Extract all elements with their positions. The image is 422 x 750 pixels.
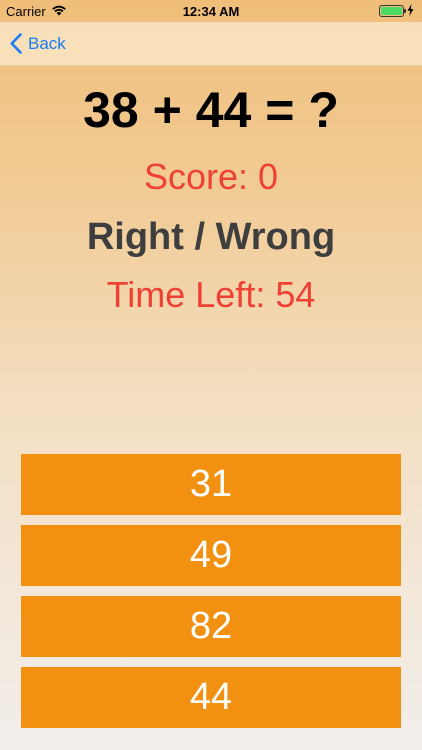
answer-button-4[interactable]: 44 (21, 667, 401, 728)
back-button[interactable]: Back (10, 33, 66, 54)
answer-button-2[interactable]: 49 (21, 525, 401, 586)
result-label: Right / Wrong (86, 216, 336, 258)
time-left-label: Time Left: 54 (106, 274, 316, 315)
charging-bolt-icon (407, 3, 414, 19)
answer-button-3[interactable]: 82 (21, 596, 401, 657)
battery-fill (381, 7, 402, 15)
answer-options: 31 49 82 44 (21, 454, 401, 738)
chevron-left-icon (10, 33, 22, 54)
carrier-label: Carrier (6, 3, 46, 19)
status-right (379, 3, 414, 19)
equation-question: 38 + 44 = ? (83, 82, 339, 138)
battery-icon (379, 5, 406, 17)
answer-button-1[interactable]: 31 (21, 454, 401, 515)
back-label: Back (28, 33, 66, 53)
status-bar: Carrier 12:34 AM (0, 0, 422, 22)
navigation-bar: Back (0, 22, 422, 66)
score-label: Score: 0 (143, 156, 279, 197)
status-left: Carrier (6, 4, 67, 19)
wifi-icon (51, 4, 67, 19)
